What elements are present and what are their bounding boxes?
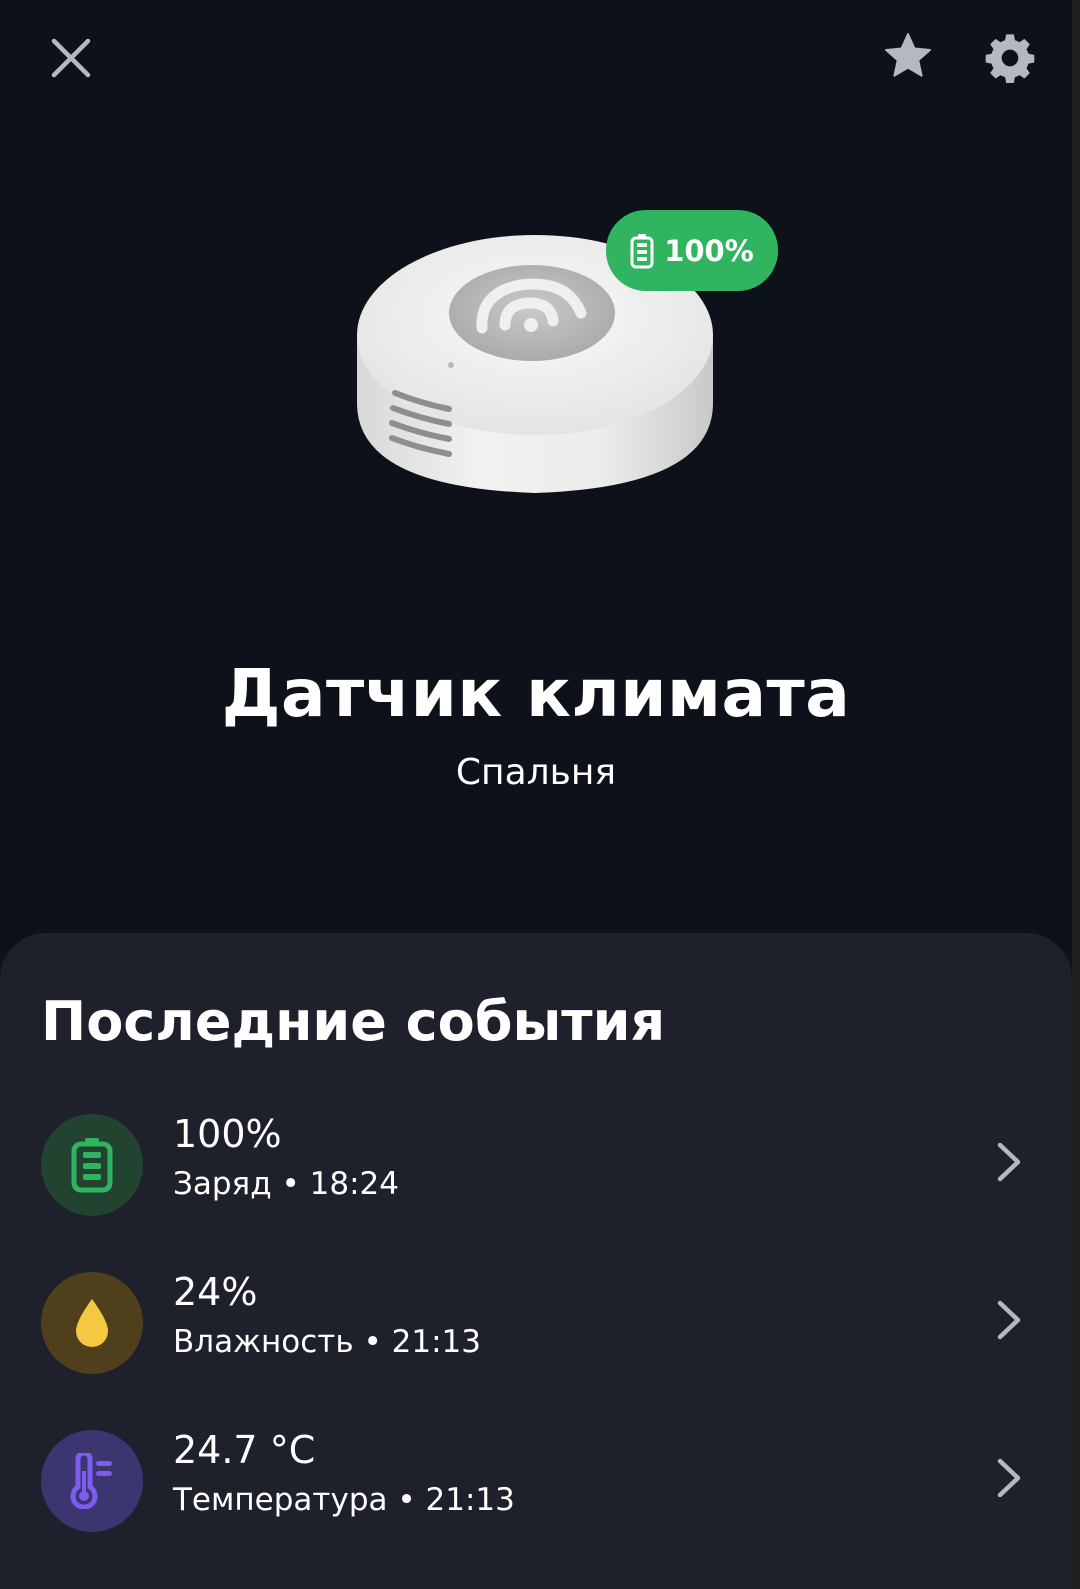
- event-separator: •: [363, 1324, 382, 1360]
- battery-badge-text: 100%: [664, 233, 754, 268]
- event-meta: Температура • 21:13: [173, 1482, 515, 1518]
- event-label: Влажность: [173, 1324, 354, 1360]
- close-icon: [51, 38, 91, 78]
- water-drop-icon: [76, 1299, 108, 1347]
- event-label: Заряд: [173, 1166, 272, 1202]
- event-meta: Влажность • 21:13: [173, 1324, 481, 1360]
- event-row-battery[interactable]: 100% Заряд • 18:24: [0, 1106, 1072, 1226]
- device-screen: 100% Датчик климата Спальня Последние со…: [0, 0, 1072, 1589]
- event-time: 21:13: [425, 1482, 515, 1518]
- settings-button[interactable]: [980, 28, 1040, 88]
- battery-icon: [630, 233, 654, 268]
- event-value: 24.7 °C: [173, 1428, 316, 1472]
- gear-icon: [985, 34, 1035, 83]
- device-name: Датчик климата: [221, 655, 851, 732]
- chevron-right-icon: [997, 1300, 1021, 1340]
- window-edge: [1072, 0, 1080, 1589]
- event-icon-humidity: [41, 1272, 143, 1374]
- event-row-temperature[interactable]: 24.7 °C Температура • 21:13: [0, 1422, 1072, 1542]
- chevron-right-icon: [997, 1458, 1021, 1498]
- event-value: 24%: [173, 1270, 258, 1314]
- event-row-humidity[interactable]: 24% Влажность • 21:13: [0, 1264, 1072, 1384]
- event-label: Температура: [173, 1482, 388, 1518]
- thermometer-icon: [70, 1453, 112, 1509]
- battery-badge: 100%: [606, 210, 778, 291]
- chevron-right-icon: [997, 1142, 1021, 1182]
- close-button[interactable]: [41, 28, 101, 88]
- events-title: Последние события: [41, 990, 666, 1053]
- favorite-button[interactable]: [878, 26, 938, 86]
- event-time: 18:24: [309, 1166, 399, 1202]
- event-time: 21:13: [391, 1324, 481, 1360]
- event-icon-battery: [41, 1114, 143, 1216]
- battery-icon: [71, 1138, 113, 1193]
- event-value: 100%: [173, 1112, 282, 1156]
- event-separator: •: [281, 1166, 300, 1202]
- event-meta: Заряд • 18:24: [173, 1166, 399, 1202]
- star-icon: [885, 33, 931, 77]
- event-icon-temperature: [41, 1430, 143, 1532]
- device-room[interactable]: Спальня: [0, 752, 1072, 793]
- event-separator: •: [397, 1482, 416, 1518]
